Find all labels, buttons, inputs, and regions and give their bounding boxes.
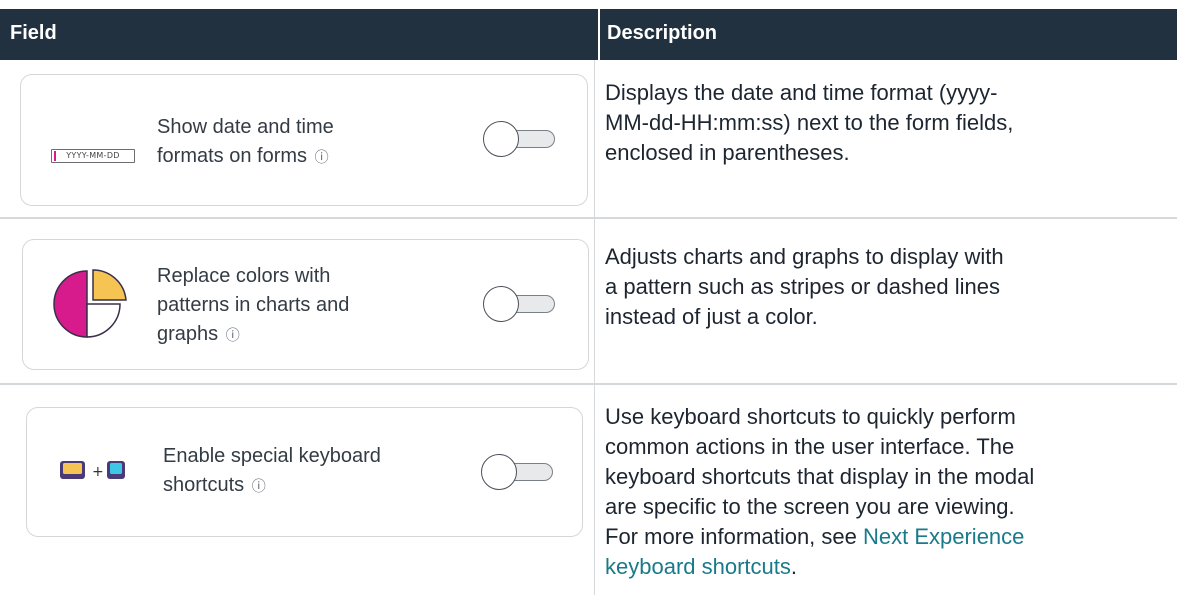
date-format-icon: YYYY-MM-DD <box>51 149 135 163</box>
setting-label-line: patterns in charts and <box>157 294 350 316</box>
description-line: keyboard shortcuts. <box>605 552 1165 582</box>
date-format-description: Displays the date and time format (yyyy-… <box>605 78 1165 168</box>
toggle-knob <box>481 454 517 490</box>
row-divider <box>0 383 1177 385</box>
header-divider <box>598 9 600 60</box>
setting-label-line: Show date and time <box>157 116 334 138</box>
pie-chart-pattern-icon <box>53 269 127 338</box>
setting-label: Show date and time formats on forms ⓘ <box>157 113 334 172</box>
description-line: keyboard shortcuts that display in the m… <box>605 464 1035 489</box>
description-line: For more information, see Next Experienc… <box>605 522 1165 552</box>
info-icon[interactable]: ⓘ <box>252 478 266 494</box>
chart-patterns-toggle[interactable] <box>483 286 558 322</box>
row-divider <box>0 217 1177 219</box>
keyboard-shortcuts-setting-card: + Enable special keyboard shortcuts ⓘ <box>26 407 583 537</box>
setting-label-line: graphs <box>157 323 219 345</box>
next-experience-shortcuts-link[interactable]: Next Experience <box>863 524 1024 549</box>
setting-label-line: Replace colors with <box>157 265 331 287</box>
date-format-toggle[interactable] <box>483 121 558 157</box>
description-line: common actions in the user interface. Th… <box>605 434 1015 459</box>
date-format-setting-card: YYYY-MM-DD Show date and time formats on… <box>20 74 588 206</box>
setting-label-line: Enable special keyboard <box>163 445 381 467</box>
keyboard-shortcuts-toggle[interactable] <box>481 454 556 490</box>
description-line: a pattern such as stripes or dashed line… <box>605 274 1001 299</box>
setting-label: Enable special keyboard shortcuts ⓘ <box>163 442 381 501</box>
description-line: Displays the date and time format (yyyy- <box>605 80 998 105</box>
keyboard-shortcut-icon: + <box>60 461 125 480</box>
toggle-knob <box>483 121 519 157</box>
description-line: Use keyboard shortcuts to quickly perfor… <box>605 404 1016 429</box>
description-line: instead of just a color. <box>605 304 818 329</box>
toggle-knob <box>483 286 519 322</box>
column-divider <box>594 60 595 595</box>
description-line: are specific to the screen you are viewi… <box>605 494 1015 519</box>
keyboard-shortcuts-description: Use keyboard shortcuts to quickly perfor… <box>605 402 1165 582</box>
description-text: . <box>790 554 797 579</box>
info-icon[interactable]: ⓘ <box>226 327 240 343</box>
next-experience-shortcuts-link-continued[interactable]: keyboard shortcuts <box>605 554 791 579</box>
description-column-header: Description <box>607 22 718 44</box>
description-text: For more information, see <box>605 524 863 549</box>
chart-patterns-description: Adjusts charts and graphs to display wit… <box>605 242 1165 332</box>
setting-label-line: formats on forms <box>157 145 308 167</box>
description-line: Adjusts charts and graphs to display wit… <box>605 244 1004 269</box>
info-icon[interactable]: ⓘ <box>315 149 329 165</box>
setting-label: Replace colors with patterns in charts a… <box>157 262 349 350</box>
setting-label-line: shortcuts <box>163 474 245 496</box>
field-column-header: Field <box>10 22 57 44</box>
table-header: Field Description <box>0 9 1177 60</box>
description-line: enclosed in parentheses. <box>605 140 850 165</box>
chart-patterns-setting-card: Replace colors with patterns in charts a… <box>22 239 589 370</box>
cursor-bar-icon <box>54 151 56 161</box>
date-format-icon-text: YYYY-MM-DD <box>66 151 120 160</box>
svg-text:+: + <box>92 464 104 480</box>
description-line: MM-dd-HH:mm:ss) next to the form fields, <box>605 110 1014 135</box>
